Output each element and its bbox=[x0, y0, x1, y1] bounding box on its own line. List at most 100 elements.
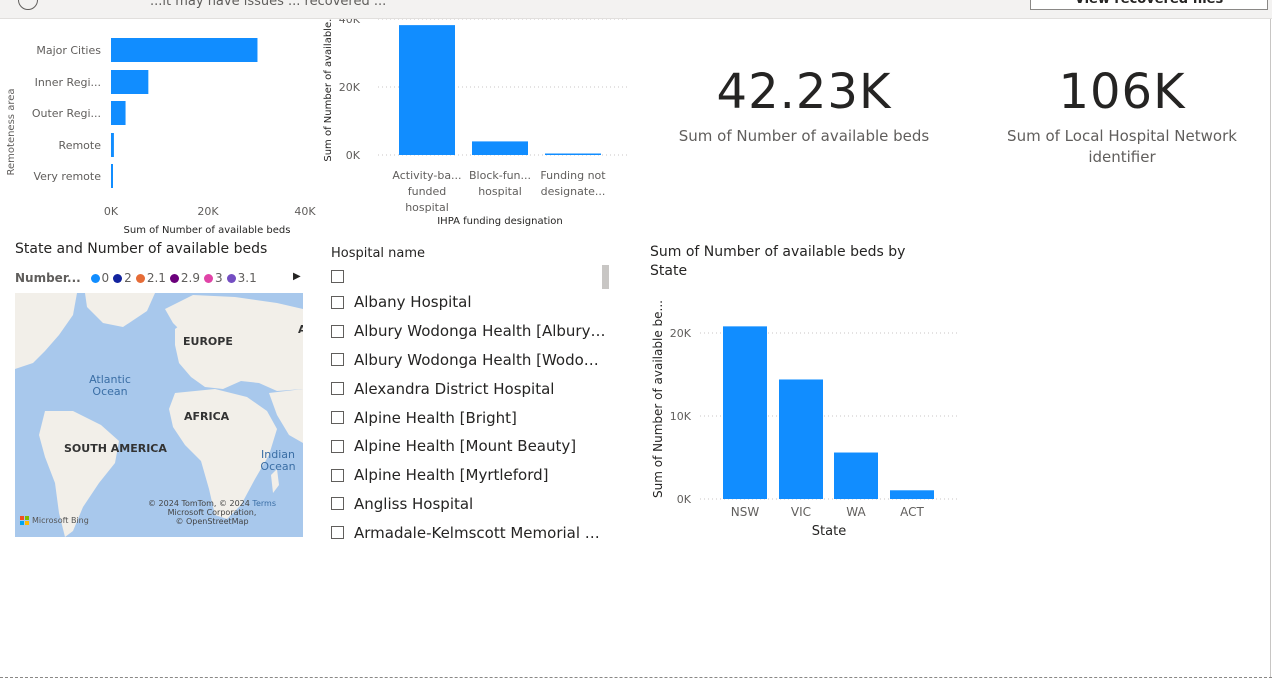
legend-dot-icon bbox=[135, 274, 145, 283]
state-y-tick: 0K bbox=[677, 493, 692, 506]
hospital-slicer-item[interactable]: Albury Wodonga Health [Wodong... bbox=[331, 346, 611, 375]
remoteness-category-label: Remote bbox=[59, 139, 102, 152]
slicer-scrollbar[interactable] bbox=[602, 265, 609, 289]
checkbox[interactable] bbox=[331, 439, 344, 453]
checkbox[interactable] bbox=[331, 497, 344, 511]
state-category-label: ACT bbox=[900, 505, 924, 519]
hospital-slicer-item[interactable]: Alpine Health [Bright] bbox=[331, 403, 611, 432]
state-bar[interactable] bbox=[834, 452, 878, 499]
checkbox[interactable] bbox=[331, 295, 344, 309]
legend-label: 0 bbox=[101, 271, 110, 285]
hospital-slicer-item[interactable]: Alexandra District Hospital bbox=[331, 374, 611, 403]
hospital-name-label: Alpine Health [Mount Beauty] bbox=[354, 437, 577, 456]
hospital-slicer-item[interactable] bbox=[331, 264, 611, 288]
remoteness-bar[interactable] bbox=[111, 164, 113, 188]
state-category-label: NSW bbox=[731, 505, 760, 519]
hospital-name-label: Angliss Hospital bbox=[354, 494, 474, 513]
legend-item[interactable]: 3 bbox=[204, 271, 223, 285]
remoteness-category-label: Inner Regi... bbox=[35, 76, 101, 89]
state-bar-chart[interactable]: Sum of Number of available be... 0K 10K 20… bbox=[640, 285, 970, 545]
ihpa-category-label: hospital bbox=[405, 201, 449, 214]
microsoft-logo-icon bbox=[20, 516, 29, 525]
credit-line2: Microsoft Corporation, bbox=[167, 508, 257, 517]
map-label-atlantic: Atlantic Ocean bbox=[85, 374, 135, 398]
map-title: State and Number of available beds bbox=[15, 241, 268, 257]
state-chart-title-line2: State bbox=[650, 263, 688, 279]
legend-label: 2.1 bbox=[146, 271, 166, 285]
map-terms-link[interactable]: Terms bbox=[252, 499, 276, 508]
hospital-slicer-item[interactable]: Albury Wodonga Health [Albury C... bbox=[331, 317, 611, 346]
indian-line2: Ocean bbox=[260, 460, 296, 473]
legend-item[interactable]: 0 bbox=[90, 271, 110, 285]
ihpa-y-axis-title: Sum of Number of available... bbox=[323, 19, 334, 162]
map-label-south-america: SOUTH AMERICA bbox=[64, 442, 167, 455]
map-label-africa: AFRICA bbox=[184, 410, 230, 423]
remoteness-x-tick: 0K bbox=[104, 205, 119, 218]
remoteness-bar-chart[interactable]: Remoteness area Major Cities Inner Regi..… bbox=[0, 19, 322, 239]
map-label-europe: EUROPE bbox=[183, 335, 233, 348]
hospital-name-label: Alexandra District Hospital bbox=[354, 379, 555, 398]
remoteness-bar[interactable] bbox=[111, 38, 258, 62]
state-y-tick: 20K bbox=[670, 327, 692, 340]
hospital-name-label: Alpine Health [Bright] bbox=[354, 408, 517, 427]
notification-bar: ...it may have issues ... recovered ... … bbox=[0, 0, 1272, 19]
state-bar[interactable] bbox=[890, 490, 934, 499]
hospital-slicer-item[interactable]: Albany Hospital bbox=[331, 288, 611, 317]
state-chart-title-line1: Sum of Number of available beds by bbox=[650, 244, 906, 260]
credit-line3: © OpenStreetMap bbox=[175, 517, 249, 526]
hospital-name-label: Albury Wodonga Health [Wodong... bbox=[354, 350, 606, 369]
legend-item[interactable]: 2.9 bbox=[169, 271, 200, 285]
hospital-name-label: Albury Wodonga Health [Albury C... bbox=[354, 322, 606, 341]
checkbox[interactable] bbox=[331, 526, 344, 540]
remoteness-category-label: Very remote bbox=[33, 170, 101, 183]
remoteness-y-axis-title: Remoteness area bbox=[6, 89, 17, 176]
hospital-slicer-item[interactable]: Armadale-Kelmscott Memorial Ho... bbox=[331, 518, 611, 540]
hospital-name-label: Alpine Health [Myrtleford] bbox=[354, 466, 549, 485]
hospital-slicer-header: Hospital name bbox=[331, 246, 426, 261]
state-map[interactable]: EUROPE AFRICA SOUTH AMERICA Atlantic Oce… bbox=[15, 293, 303, 537]
lhn-card-label: Sum of Local Hospital Network bbox=[1007, 127, 1237, 145]
legend-item[interactable]: 2 bbox=[113, 271, 132, 285]
hospital-slicer-item[interactable]: Alpine Health [Myrtleford] bbox=[331, 461, 611, 490]
map-label-edge: A bbox=[298, 323, 303, 336]
atlantic-line2: Ocean bbox=[92, 385, 128, 398]
ihpa-bar[interactable] bbox=[472, 141, 528, 155]
ihpa-y-tick: 40K bbox=[339, 19, 361, 26]
legend-dot-icon bbox=[169, 274, 179, 283]
hospital-name-label: Albany Hospital bbox=[354, 293, 472, 312]
remoteness-bar[interactable] bbox=[111, 133, 114, 157]
remoteness-category-label: Major Cities bbox=[36, 44, 101, 57]
legend-dot-icon bbox=[204, 274, 213, 283]
legend-label: 2 bbox=[124, 271, 132, 285]
remoteness-bar[interactable] bbox=[111, 101, 126, 125]
checkbox[interactable] bbox=[331, 382, 344, 396]
checkbox[interactable] bbox=[331, 269, 344, 283]
ihpa-category-label: Activity-ba... bbox=[392, 169, 461, 182]
state-bar[interactable] bbox=[779, 379, 823, 499]
legend-dot-icon bbox=[113, 274, 123, 283]
map-legend: Number... 0 2 2.1 2.9 3 3.1 ▶ bbox=[15, 271, 305, 287]
lhn-card-value: 106K bbox=[1058, 64, 1186, 120]
legend-item[interactable]: 2.1 bbox=[135, 271, 166, 285]
remoteness-bar[interactable] bbox=[111, 70, 149, 94]
beds-card-value: 42.23K bbox=[716, 64, 892, 120]
ihpa-category-label: Funding not bbox=[540, 169, 606, 182]
bing-label: Microsoft Bing bbox=[32, 516, 89, 525]
ihpa-category-label: Block-fun... bbox=[469, 169, 531, 182]
view-recovered-files-button[interactable]: View recovered files bbox=[1030, 0, 1268, 10]
checkbox[interactable] bbox=[331, 353, 344, 367]
remoteness-x-axis-title: Sum of Number of available beds bbox=[124, 225, 291, 236]
state-bar[interactable] bbox=[723, 326, 767, 499]
ihpa-bar[interactable] bbox=[545, 153, 601, 156]
checkbox[interactable] bbox=[331, 468, 344, 482]
legend-next-arrow[interactable]: ▶ bbox=[293, 271, 301, 282]
ihpa-x-axis-title: IHPA funding designation bbox=[437, 216, 563, 227]
remoteness-x-tick: 40K bbox=[294, 205, 316, 218]
ihpa-funding-bar-chart[interactable]: Sum of Number of available... 0K 20K 40K A… bbox=[320, 19, 640, 234]
hospital-slicer-item[interactable]: Alpine Health [Mount Beauty] bbox=[331, 432, 611, 461]
checkbox[interactable] bbox=[331, 324, 344, 338]
legend-item[interactable]: 3.1 bbox=[226, 271, 257, 285]
hospital-slicer-item[interactable]: Angliss Hospital bbox=[331, 490, 611, 519]
ihpa-bar[interactable] bbox=[399, 25, 455, 156]
checkbox[interactable] bbox=[331, 411, 344, 425]
